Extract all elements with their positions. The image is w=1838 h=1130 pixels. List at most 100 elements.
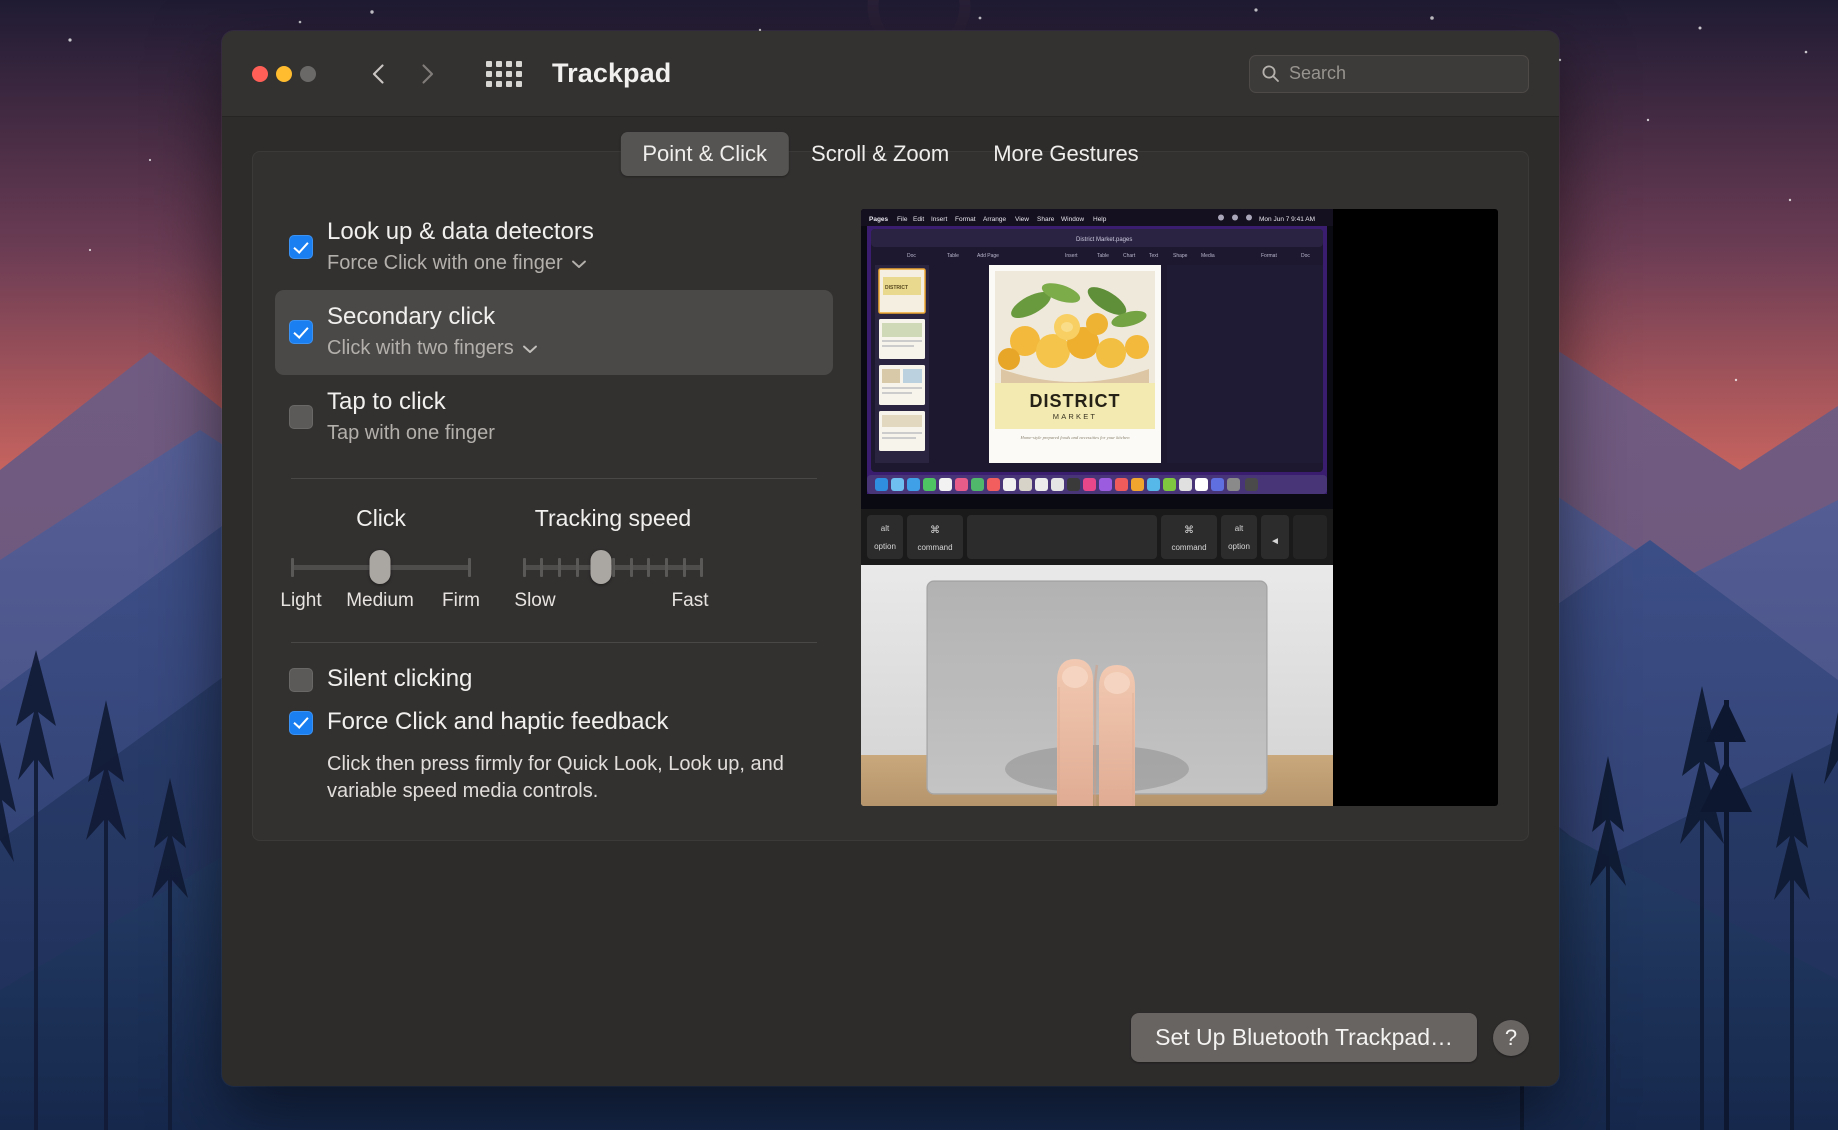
- slider-tick: [523, 558, 526, 577]
- option-popup-button[interactable]: Force Click with one finger: [327, 251, 594, 276]
- checkbox-secondary-click[interactable]: [289, 320, 313, 344]
- option-tap-to-click[interactable]: Tap to click Tap with one finger: [275, 375, 833, 460]
- pane-content: Look up & data detectors Force Click wit…: [253, 153, 1528, 806]
- option-texts: Look up & data detectors Force Click wit…: [327, 217, 594, 276]
- svg-text:Share: Share: [1037, 216, 1055, 223]
- svg-text:View: View: [1015, 216, 1029, 223]
- slider-tick: [700, 558, 703, 577]
- option-silent-clicking[interactable]: Silent clicking: [289, 665, 817, 694]
- option-title: Secondary click: [327, 302, 538, 332]
- svg-text:command: command: [1171, 543, 1206, 552]
- svg-text:District Market.pages: District Market.pages: [1076, 237, 1132, 243]
- svg-text:Table: Table: [1097, 253, 1109, 259]
- slider-click-thumb[interactable]: [370, 550, 391, 584]
- slider-label-fast: Fast: [672, 590, 709, 612]
- option-texts: Secondary click Click with two fingers: [327, 302, 538, 361]
- svg-text:option: option: [1228, 542, 1250, 551]
- chevron-left-icon[interactable]: [366, 61, 392, 87]
- force-click-description: Click then press firmly for Quick Look, …: [327, 751, 797, 805]
- slider-click-label: Click: [356, 505, 406, 532]
- svg-text:Pages: Pages: [869, 216, 889, 223]
- chevron-right-icon[interactable]: [414, 61, 440, 87]
- search-icon: [1261, 64, 1280, 83]
- slider-tick: [540, 558, 543, 577]
- trackpad-demo-video[interactable]: Pages FileEdit InsertFormat ArrangeView …: [861, 209, 1498, 806]
- checkbox-look-up-data-detectors[interactable]: [289, 235, 313, 259]
- svg-text:⌘: ⌘: [1184, 525, 1194, 536]
- slider-tick: [576, 558, 579, 577]
- svg-text:Format: Format: [1261, 253, 1277, 259]
- svg-text:alt: alt: [1235, 524, 1244, 533]
- svg-text:Insert: Insert: [1065, 253, 1078, 259]
- checkbox-silent-clicking[interactable]: [289, 668, 313, 692]
- slider-tracking-speed: Tracking speed: [523, 505, 703, 616]
- svg-text:Format: Format: [955, 216, 976, 223]
- checkbox-force-click-haptic[interactable]: [289, 711, 313, 735]
- slider-tracking-thumb[interactable]: [591, 550, 612, 584]
- slider-tracking-labels: Slow Fast: [523, 590, 703, 616]
- slider-tick: [468, 558, 471, 577]
- window-footer: Set Up Bluetooth Trackpad… ?: [1131, 1013, 1529, 1062]
- navigation-buttons: [366, 61, 440, 87]
- svg-text:File: File: [897, 216, 908, 223]
- slider-tick: [683, 558, 686, 577]
- minimize-button[interactable]: [276, 66, 292, 82]
- page-title: Trackpad: [552, 58, 671, 89]
- sliders-area: Click Light M: [275, 479, 833, 616]
- slider-tick: [291, 558, 294, 577]
- option-label: Force Click and haptic feedback: [327, 708, 669, 737]
- svg-text:DISTRICT: DISTRICT: [1030, 391, 1121, 411]
- slider-click-labels: Light Medium Firm: [291, 590, 471, 616]
- slider-tick: [647, 558, 650, 577]
- tab-scroll-and-zoom[interactable]: Scroll & Zoom: [789, 132, 971, 176]
- tab-more-gestures[interactable]: More Gestures: [971, 132, 1161, 176]
- preview-column: Pages FileEdit InsertFormat ArrangeView …: [861, 205, 1498, 806]
- option-title: Tap to click: [327, 387, 495, 417]
- svg-text:DISTRICT: DISTRICT: [885, 285, 908, 291]
- svg-text:command: command: [917, 543, 952, 552]
- preview-illustration: Pages FileEdit InsertFormat ArrangeView …: [861, 209, 1333, 806]
- tab-point-and-click[interactable]: Point & Click: [620, 132, 789, 176]
- svg-text:Shape: Shape: [1173, 253, 1188, 259]
- slider-tracking-label: Tracking speed: [535, 505, 691, 532]
- svg-text:⌘: ⌘: [930, 525, 940, 536]
- option-popup-button[interactable]: Click with two fingers: [327, 336, 538, 361]
- slider-tick: [630, 558, 633, 577]
- checkbox-tap-to-click[interactable]: [289, 405, 313, 429]
- svg-text:Home-style prepared foods and: Home-style prepared foods and necessitie…: [1020, 435, 1131, 440]
- option-label: Silent clicking: [327, 665, 472, 694]
- option-title: Look up & data detectors: [327, 217, 594, 247]
- slider-tick: [665, 558, 668, 577]
- slider-click-track-wrap[interactable]: [291, 554, 471, 580]
- option-force-click-haptic[interactable]: Force Click and haptic feedback: [289, 708, 817, 737]
- show-all-grid-icon[interactable]: [486, 61, 522, 87]
- set-up-bluetooth-trackpad-button[interactable]: Set Up Bluetooth Trackpad…: [1131, 1013, 1477, 1062]
- slider-label-light: Light: [280, 590, 321, 612]
- slider-tracking-track-wrap[interactable]: [523, 554, 703, 580]
- zoom-button[interactable]: [300, 66, 316, 82]
- option-secondary-click[interactable]: Secondary click Click with two fingers: [275, 290, 833, 375]
- svg-text:Doc: Doc: [907, 253, 916, 259]
- option-look-up-data-detectors[interactable]: Look up & data detectors Force Click wit…: [275, 205, 833, 290]
- slider-click-track[interactable]: [291, 565, 471, 570]
- chevron-down-icon: [571, 251, 587, 276]
- traffic-lights: [252, 66, 316, 82]
- slider-tracking-track[interactable]: [523, 565, 703, 570]
- window-titlebar: Trackpad: [222, 31, 1559, 117]
- option-subtitle: Tap with one finger: [327, 421, 495, 446]
- window-body: Point & Click Scroll & Zoom More Gesture…: [222, 117, 1559, 1086]
- trackpad-preferences-window: Trackpad Point & Click Scroll & Zoom Mor…: [222, 31, 1559, 1086]
- svg-text:option: option: [874, 542, 896, 551]
- svg-text:Add Page: Add Page: [977, 253, 999, 259]
- svg-text:Chart: Chart: [1123, 253, 1136, 259]
- svg-text:Media: Media: [1201, 253, 1215, 259]
- help-button[interactable]: ?: [1493, 1020, 1529, 1056]
- svg-text:Doc: Doc: [1301, 253, 1310, 259]
- bottom-checkbox-group: Silent clicking Force Click and haptic f…: [275, 643, 833, 805]
- search-field[interactable]: [1249, 55, 1529, 93]
- close-button[interactable]: [252, 66, 268, 82]
- svg-text:alt: alt: [881, 524, 890, 533]
- svg-text:Insert: Insert: [931, 216, 947, 223]
- option-subtitle: Force Click with one finger: [327, 251, 563, 276]
- search-input[interactable]: [1289, 63, 1517, 84]
